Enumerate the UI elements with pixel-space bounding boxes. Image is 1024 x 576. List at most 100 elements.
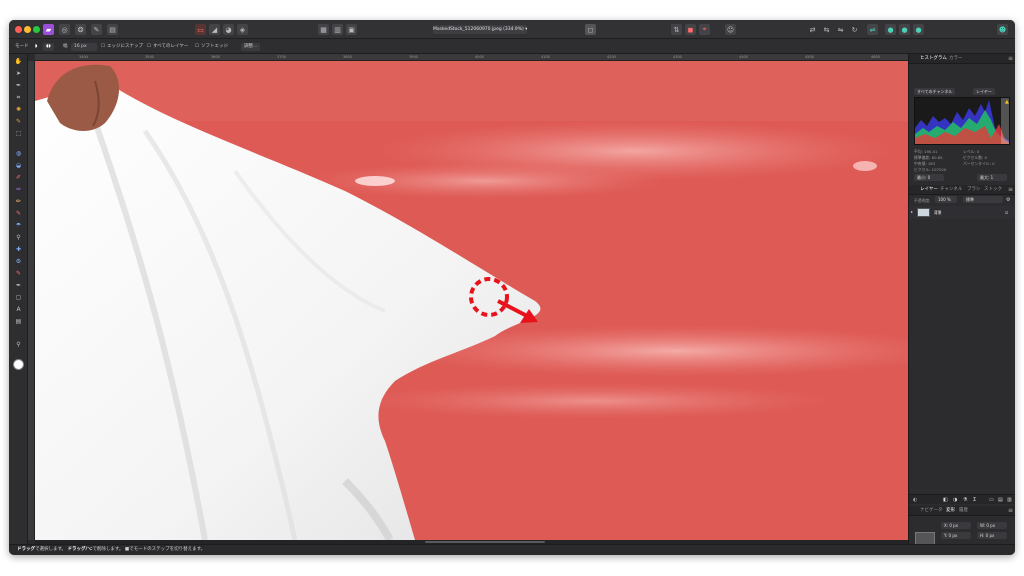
mesh-warp-tool-icon[interactable]: ▤ (14, 317, 23, 326)
min-level-field[interactable]: 最小: 0 (914, 174, 944, 181)
primary-color-swatch[interactable] (13, 359, 24, 370)
transform-h-field[interactable]: H: 0 px (977, 532, 1007, 539)
selection-brush-tool-icon[interactable]: ✺ (14, 105, 23, 114)
water-sparkle (355, 383, 835, 419)
delete-layer-icon[interactable]: ▥ (1007, 497, 1012, 503)
flip-icon[interactable]: ⇋ (835, 24, 846, 35)
tab-channels[interactable]: チャンネル (940, 185, 962, 195)
split-view-icon[interactable]: ▥ (332, 24, 343, 35)
mode-add-icon[interactable]: ◖◗ (43, 43, 54, 51)
add-mask-icon[interactable]: ◧ (943, 497, 948, 503)
color-mode-icon[interactable]: ◕ (223, 24, 234, 35)
red-eye-tool-icon[interactable]: ⚙ (14, 257, 23, 266)
persona-develop-icon[interactable]: ✎ (91, 24, 102, 35)
layer-select[interactable]: レイヤー (973, 88, 995, 95)
fx-icon[interactable]: Σ (973, 497, 976, 503)
pixel-tool-icon[interactable]: ✑ (14, 185, 23, 194)
panel-menu-icon[interactable]: ≡ (1008, 54, 1013, 64)
tab-stock[interactable]: ストック (984, 185, 1002, 195)
tab-layers[interactable]: レイヤー (920, 185, 938, 195)
move-tool-icon[interactable]: ➤ (14, 69, 23, 78)
transform-x-field[interactable]: X: 0 px (941, 522, 971, 529)
mode-new-icon[interactable]: ◗ (35, 43, 37, 51)
user-account-icon[interactable]: ☻ (997, 24, 1008, 35)
close-window-button[interactable] (15, 26, 22, 33)
zoom-window-button[interactable] (33, 26, 40, 33)
folder-icon[interactable]: ▭ (989, 497, 994, 503)
transform-y-field[interactable]: Y: 0 px (941, 532, 971, 539)
color-picker-tool-icon[interactable]: ✒ (14, 81, 23, 90)
boolean-subtract-icon[interactable]: ● (899, 24, 910, 35)
snapping-icon[interactable]: ⌖ (699, 24, 710, 35)
boolean-add-icon[interactable]: ● (885, 24, 896, 35)
brush-mode-icon[interactable]: ◢ (209, 24, 220, 35)
layer-visible-checkbox[interactable]: ☑ (1005, 210, 1008, 215)
shape-tool-icon[interactable]: ▢ (14, 293, 23, 302)
tab-histogram[interactable]: ヒストグラム (920, 54, 947, 64)
all-layers-checkbox[interactable]: ☐ (147, 43, 151, 51)
tab-brushes[interactable]: ブラシ (967, 185, 980, 195)
app-logo-icon[interactable]: ▰ (43, 24, 54, 35)
panel-menu-icon[interactable]: ≡ (1008, 506, 1013, 516)
assistant-icon[interactable]: ☺ (725, 24, 736, 35)
boolean-intersect-icon[interactable]: ● (913, 24, 924, 35)
live-filter-icon[interactable]: ⚗ (963, 497, 967, 503)
text-tool-icon[interactable]: A (14, 305, 23, 314)
blend-mode-select[interactable]: 標準 (963, 196, 1003, 203)
mask-mode-icon[interactable]: ▭ (195, 24, 206, 35)
flood-select-tool-icon[interactable]: ✎ (14, 117, 23, 126)
paint-brush-tool-icon[interactable]: ✐ (14, 173, 23, 182)
persona-export-icon[interactable]: ▤ (107, 24, 118, 35)
transform-w-field[interactable]: W: 0 px (977, 522, 1007, 529)
tab-navigator[interactable]: ナビゲータ (920, 506, 943, 516)
opacity-field[interactable]: 100 % (935, 196, 957, 203)
quick-mask-icon[interactable]: ◈ (237, 24, 248, 35)
persona-liquify-icon[interactable]: ❂ (75, 24, 86, 35)
mirror-view-icon[interactable]: ▣ (346, 24, 357, 35)
studio-icon[interactable]: ⇌ (867, 24, 878, 35)
layer-row[interactable]: ▸ 背景 ☑ (909, 206, 1015, 219)
smudge-tool-icon[interactable]: ☂ (14, 221, 23, 230)
document-canvas[interactable] (35, 61, 908, 540)
clone-tool-icon[interactable]: ⚲ (14, 233, 23, 242)
width-field[interactable]: 16 px (71, 43, 97, 51)
arrange-icon[interactable]: ⇄ (807, 24, 818, 35)
view-tool-icon[interactable]: ✋ (14, 57, 23, 66)
zoom-fit-icon[interactable]: ◻ (585, 24, 596, 35)
record-icon[interactable]: ◼ (685, 24, 696, 35)
marquee-tool-icon[interactable]: ⬚ (14, 129, 23, 138)
persona-photo-icon[interactable]: ◎ (59, 24, 70, 35)
add-layer-icon[interactable]: ▤ (998, 497, 1003, 503)
rotate-icon[interactable]: ↻ (849, 24, 860, 35)
blemish-tool-icon[interactable]: ✚ (14, 245, 23, 254)
align-icon[interactable]: ⇅ (671, 24, 682, 35)
layer-mode-icon[interactable]: ◐ (913, 497, 917, 503)
layer-visibility-icon[interactable]: ▸ (911, 209, 913, 214)
soft-edge-checkbox[interactable]: ☐ (195, 43, 199, 51)
minimize-window-button[interactable] (24, 26, 31, 33)
inpainting-tool-icon[interactable]: ✎ (14, 269, 23, 278)
transform-icon[interactable]: ⇆ (821, 24, 832, 35)
document-title[interactable]: MaskedStock_512060970.jpeg (334.9%) ▾ (433, 25, 527, 34)
snap-checkbox[interactable]: ☐ (101, 43, 105, 51)
layer-settings-icon[interactable]: ⚙ (1006, 197, 1010, 203)
erase-brush-tool-icon[interactable]: ✏ (14, 197, 23, 206)
channel-select[interactable]: すべてのチャンネル (914, 88, 956, 95)
tab-color[interactable]: カラー (949, 54, 963, 64)
navigator-tabs: ナビゲータ 変形 履歴 ≡ (909, 506, 1015, 516)
panel-menu-icon[interactable]: ≡ (1008, 185, 1013, 195)
crop-tool-icon[interactable]: ⌗ (14, 93, 23, 102)
gradient-tool-icon[interactable]: ◒ (14, 161, 23, 170)
max-level-field[interactable]: 最大: 1 (977, 174, 1007, 181)
ruler-tick: 4300 (673, 55, 682, 59)
dodge-tool-icon[interactable]: ✎ (14, 209, 23, 218)
tab-history[interactable]: 履歴 (959, 506, 968, 516)
layer-thumbnail (917, 208, 930, 217)
flood-fill-tool-icon[interactable]: ◍ (14, 149, 23, 158)
refine-button[interactable]: 調整... (241, 43, 261, 51)
tab-transform[interactable]: 変形 (946, 506, 955, 516)
grid-view-icon[interactable]: ▦ (318, 24, 329, 35)
zoom-tool-icon[interactable]: ⚲ (14, 340, 23, 349)
adjustment-icon[interactable]: ◑ (953, 497, 957, 503)
pen-tool-icon[interactable]: ✒ (14, 281, 23, 290)
